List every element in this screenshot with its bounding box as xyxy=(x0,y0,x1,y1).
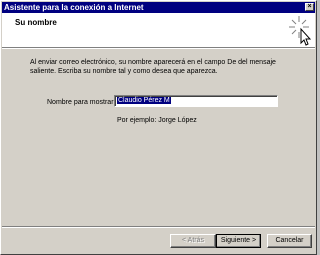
page-heading: Su nombre xyxy=(15,18,57,27)
cancel-button[interactable]: Cancelar xyxy=(267,234,312,248)
title-bar[interactable]: Asistente para la conexión a Internet × xyxy=(2,2,315,13)
window-title: Asistente para la conexión a Internet xyxy=(4,3,144,12)
wizard-header: Su nombre xyxy=(2,13,315,47)
next-button[interactable]: Siguiente > xyxy=(216,234,261,248)
back-button[interactable]: < Atrás xyxy=(170,234,216,248)
display-name-label: Nombre para mostrar: xyxy=(47,99,116,106)
display-name-value: Claudio Pérez M xyxy=(117,97,171,104)
wizard-window: Asistente para la conexión a Internet × … xyxy=(0,0,317,255)
close-button[interactable]: × xyxy=(305,3,314,11)
display-name-input[interactable]: Claudio Pérez M xyxy=(114,95,278,107)
footer-divider xyxy=(2,226,315,228)
wizard-wand-icon xyxy=(289,16,311,46)
example-text: Por ejemplo: Jorge López xyxy=(117,117,197,124)
header-divider xyxy=(2,47,315,49)
intro-text: Al enviar correo electrónico, su nombre … xyxy=(30,59,276,75)
